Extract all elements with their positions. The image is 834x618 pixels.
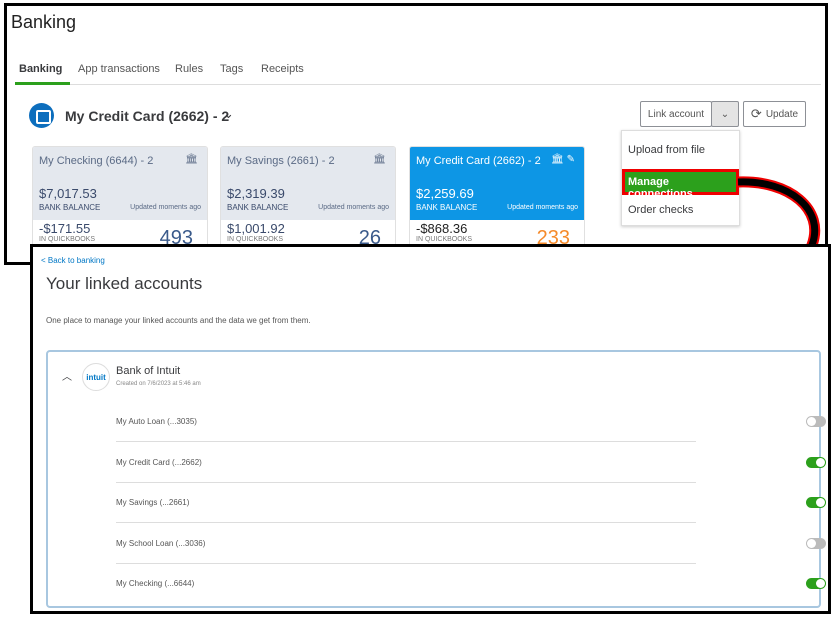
tab-receipts[interactable]: Receipts <box>261 63 304 75</box>
account-toggle[interactable] <box>806 578 826 589</box>
created-date: Created on 7/6/2023 at 5:46 am <box>116 381 201 387</box>
update-button[interactable]: ⟳ Update <box>743 101 806 127</box>
account-toggle[interactable] <box>806 537 826 549</box>
active-tab-indicator <box>15 82 70 85</box>
page-subtitle: One place to manage your linked accounts… <box>46 316 311 325</box>
card-name: My Savings (2661) - 2 <box>227 155 335 167</box>
linked-account-row: My Auto Loan (...3035) <box>116 402 826 442</box>
bank-logo: intuit <box>82 363 110 391</box>
account-toggle[interactable] <box>806 497 826 508</box>
account-label: My Credit Card (...2662) <box>116 457 202 467</box>
qb-label: IN QUICKBOOKS <box>227 236 284 243</box>
bank-connection-panel: ︿ intuit Bank of Intuit Created on 7/6/2… <box>46 350 826 608</box>
banking-screenshot: Banking Banking App transactions Rules T… <box>4 3 828 265</box>
tab-banking[interactable]: Banking <box>19 63 62 75</box>
bank-balance: $2,319.39 <box>227 186 285 201</box>
qb-balance: $1,001.92 <box>227 221 285 236</box>
qb-balance: -$868.36 <box>416 221 468 236</box>
card-name: My Credit Card (2662) - 2 <box>416 155 541 167</box>
linked-account-row: My Credit Card (...2662) <box>116 443 826 483</box>
update-label: Update <box>765 108 799 120</box>
link-account-dropdown[interactable]: ⌄ <box>711 101 739 127</box>
account-label: My School Loan (...3036) <box>116 538 206 548</box>
bank-balance-label: BANK BALANCE <box>39 203 101 212</box>
account-label: My Auto Loan (...3035) <box>116 417 197 426</box>
tab-divider <box>15 84 821 85</box>
tab-rules[interactable]: Rules <box>175 63 203 75</box>
page-title: Your linked accounts <box>46 274 203 293</box>
qb-balance: -$171.55 <box>39 221 91 236</box>
bank-balance-label: BANK BALANCE <box>416 203 478 212</box>
link-account-menu: Upload from file Manage connections Orde… <box>621 130 740 226</box>
qb-label: IN QUICKBOOKS <box>416 236 473 243</box>
updated-text: Updated moments ago <box>318 204 389 211</box>
back-to-banking-link[interactable]: < Back to banking <box>41 256 105 265</box>
bank-icon: 🏛 <box>185 154 198 165</box>
chevron-down-icon[interactable]: ⌄ <box>223 106 234 122</box>
qb-label: IN QUICKBOOKS <box>39 236 96 243</box>
updated-text: Updated moments ago <box>507 204 578 211</box>
menu-item-order-checks[interactable]: Order checks <box>628 204 693 216</box>
card-name: My Checking (6644) - 2 <box>39 155 154 167</box>
linked-accounts-screenshot: < Back to banking Your linked accounts O… <box>30 244 831 614</box>
bank-name: Bank of Intuit <box>116 365 181 377</box>
tab-tags[interactable]: Tags <box>220 63 243 75</box>
bank-balance-label: BANK BALANCE <box>227 203 289 212</box>
bank-edit-icons[interactable]: 🏛 ✎ <box>551 154 575 165</box>
collapse-icon[interactable]: ︿ <box>62 368 72 383</box>
menu-item-upload[interactable]: Upload from file <box>628 144 705 156</box>
menu-item-manage-connections[interactable]: Manage connections <box>622 169 739 200</box>
account-toggle[interactable] <box>806 456 826 468</box>
tab-app-transactions[interactable]: App transactions <box>78 63 160 75</box>
account-selector[interactable]: My Credit Card (2662) - 2 <box>65 108 229 124</box>
bank-balance: $7,017.53 <box>39 186 97 201</box>
updated-text: Updated moments ago <box>130 204 201 211</box>
linked-account-row: My Savings (...2661) <box>116 483 826 523</box>
credit-card-icon <box>29 103 54 128</box>
account-label: My Checking (...6644) <box>116 579 195 588</box>
chevron-down-icon: ⌄ <box>720 108 730 120</box>
bank-icon: 🏛 <box>373 154 386 165</box>
link-account-button[interactable]: Link account <box>640 101 712 127</box>
refresh-icon: ⟳ <box>750 106 762 121</box>
bank-balance: $2,259.69 <box>416 186 474 201</box>
linked-account-row: My Checking (...6644) <box>116 564 826 604</box>
page-title: Banking <box>11 12 77 32</box>
linked-account-row: My School Loan (...3036) <box>116 524 826 564</box>
account-label: My Savings (...2661) <box>116 498 190 507</box>
account-toggle[interactable] <box>806 416 826 427</box>
